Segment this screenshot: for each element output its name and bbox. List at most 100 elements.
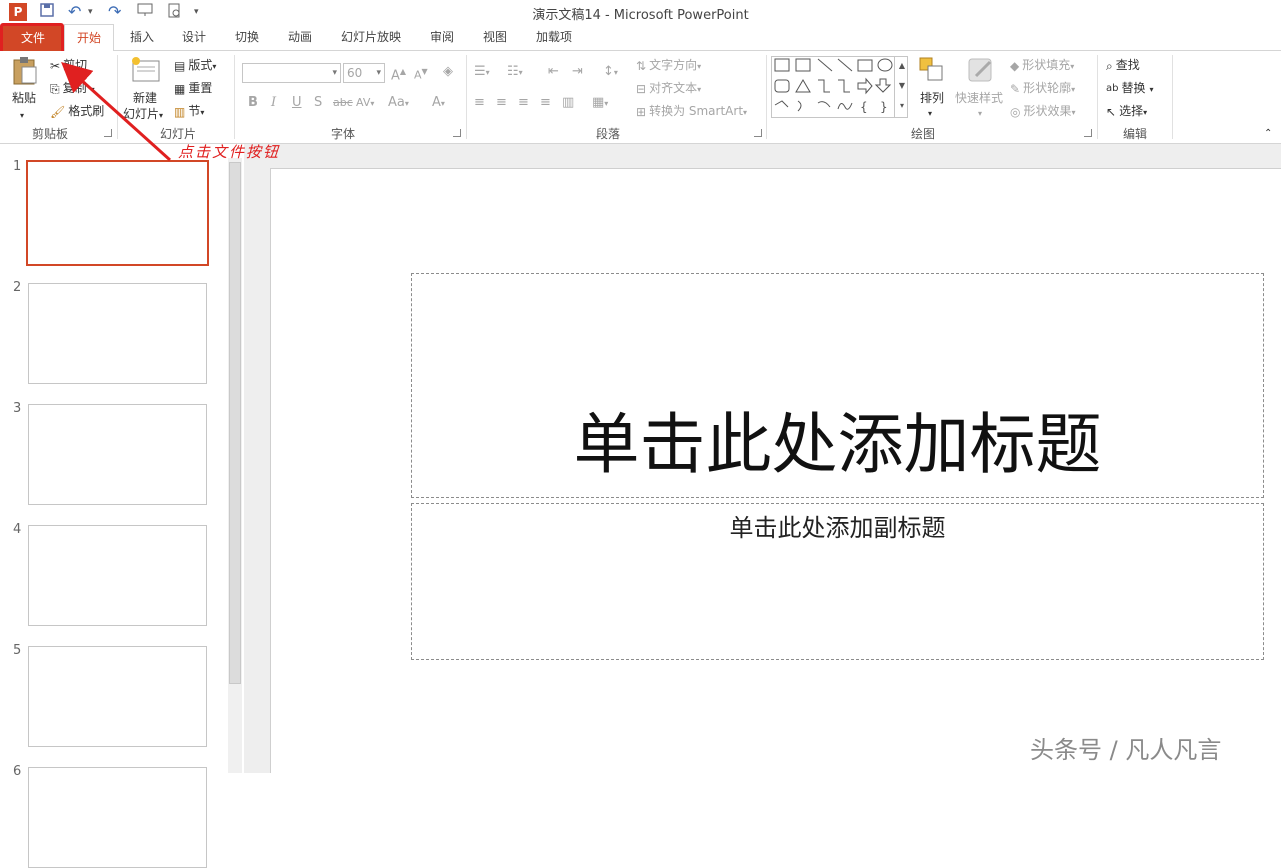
group-label-paragraph: 段落 [595,127,620,141]
cursor-icon: ↖ [1106,104,1117,119]
find-button[interactable]: ⌕ 查找 [1106,56,1140,74]
thumbnail-number: 3 [13,401,22,416]
tab-addins[interactable]: 加载项 [527,24,581,50]
change-case-button[interactable]: Aa▾ [388,93,409,113]
columns-icon[interactable]: ▦▾ [592,93,608,113]
annotation-text: 点击文件按钮 [178,143,281,161]
watermark: 头条号 / 凡人凡言 [1030,736,1222,764]
character-spacing-glyph: AV [356,96,371,109]
shape-outline-button[interactable]: ✎ 形状轮廓▾ [1010,79,1075,97]
drawing-launcher-icon[interactable] [1084,129,1092,137]
text-direction-icon: ⇅ [636,58,647,73]
arrange-icon[interactable] [918,56,946,86]
replace-button[interactable]: ab 替换 ▾ [1106,79,1154,97]
font-name-dropdown-icon: ▾ [332,68,337,78]
collapse-ribbon-icon[interactable]: ⌃ [1264,125,1272,143]
title-placeholder-text: 单击此处添加标题 [573,406,1102,483]
grow-font-icon[interactable]: A▲ [391,62,406,84]
binoculars-icon: ⌕ [1106,58,1113,73]
quick-styles-icon[interactable] [966,56,996,86]
replace-icon: ab [1106,82,1119,94]
slide-canvas[interactable]: 单击此处添加标题 单击此处添加副标题 [270,168,1281,773]
font-color-glyph: A [432,95,441,110]
group-separator [1097,55,1098,139]
select-label: 选择 [1119,104,1144,118]
clear-format-icon[interactable]: ◈ [443,62,453,82]
text-direction-button[interactable]: ⇅ 文字方向▾ [636,56,701,74]
shadow-button[interactable]: S [314,93,322,113]
character-spacing-button[interactable]: AV▾ [356,93,374,113]
shapes-gallery-icons: { } [774,58,893,114]
shape-fill-button[interactable]: ◆ 形状填充▾ [1010,56,1074,74]
align-text-button[interactable]: ⊟ 对齐文本▾ [636,79,701,97]
shapes-gallery[interactable]: { } [771,56,908,118]
shape-outline-label: 形状轮廓 [1023,81,1072,95]
bullets-icon[interactable]: ☰▾ [474,62,490,82]
line-spacing-icon[interactable]: ↕▾ [603,62,618,82]
slide-thumbnail-2[interactable] [28,283,207,384]
slide-thumbnail-1[interactable] [26,160,209,266]
group-label-font: 字体 [330,127,355,141]
shrink-font-icon[interactable]: A▼ [414,62,428,82]
font-size-dropdown-icon: ▾ [376,68,381,78]
smartart-label: 转换为 SmartArt [649,104,744,118]
align-left-icon[interactable]: ≡ [474,93,485,113]
replace-label: 替换 [1121,81,1146,95]
group-label-editing: 编辑 [1122,127,1147,141]
shape-effects-button[interactable]: ◎ 形状效果▾ [1010,102,1076,120]
slide-thumbnail-5[interactable] [28,646,207,747]
group-separator [766,55,767,139]
shape-effects-label: 形状效果 [1023,104,1072,118]
arrange-dropdown-icon[interactable]: ▾ [928,105,932,123]
tab-slideshow[interactable]: 幻灯片放映 [333,24,409,50]
font-size-combo[interactable]: 60 ▾ [343,63,385,83]
slide-thumbnail-4[interactable] [28,525,207,626]
font-size-value: 60 [347,66,363,80]
strikethrough-button[interactable]: abc [333,93,353,113]
paragraph-launcher-icon[interactable] [754,129,762,137]
font-launcher-icon[interactable] [453,129,461,137]
thumbnail-number: 2 [13,280,22,295]
subtitle-placeholder[interactable]: 单击此处添加副标题 [411,503,1264,660]
find-label: 查找 [1115,58,1140,72]
convert-smartart-button[interactable]: ⊞ 转换为 SmartArt▾ [636,102,747,120]
slide-thumbnails-pane: 1 2 3 4 5 6 [0,144,244,868]
shapes-gallery-scroll[interactable]: ▲ ▼ ▾ [894,56,909,118]
distributed-icon[interactable]: ▥ [562,93,574,113]
align-center-icon[interactable]: ≡ [496,93,507,113]
justify-icon[interactable]: ≡ [540,93,551,113]
title-placeholder[interactable]: 单击此处添加标题 [411,273,1264,498]
subtitle-placeholder-text: 单击此处添加副标题 [729,514,946,542]
grow-font-glyph: A [391,68,400,84]
thumbnail-number: 6 [13,764,22,779]
effects-icon: ◎ [1010,104,1021,119]
numbering-icon[interactable]: ☷▾ [507,62,523,82]
align-text-icon: ⊟ [636,81,647,96]
font-color-button[interactable]: A▾ [432,93,445,113]
thumbnails-scrollbar-thumb[interactable] [229,162,241,684]
select-button[interactable]: ↖ 选择▾ [1106,102,1147,120]
decrease-indent-icon[interactable]: ⇤ [548,62,559,82]
slide-thumbnail-6[interactable] [28,767,207,868]
group-separator [466,55,467,139]
change-case-glyph: Aa [388,95,405,110]
group-separator [1172,55,1173,139]
slide-thumbnail-3[interactable] [28,404,207,505]
tab-view[interactable]: 视图 [473,24,517,50]
quick-styles-dropdown-icon[interactable]: ▾ [978,105,982,123]
shrink-font-glyph: A [414,68,422,82]
svg-text:}: } [880,100,888,114]
tab-review[interactable]: 审阅 [420,24,464,50]
smartart-icon: ⊞ [636,104,647,119]
align-text-label: 对齐文本 [649,81,698,95]
thumbnail-number: 5 [13,643,22,658]
thumbnail-number: 4 [13,522,22,537]
increase-indent-icon[interactable]: ⇥ [572,62,583,82]
svg-text:{: { [860,100,868,114]
paint-bucket-icon: ◆ [1010,58,1020,73]
text-direction-label: 文字方向 [649,58,698,72]
align-right-icon[interactable]: ≡ [518,93,529,113]
group-label-drawing: 绘图 [910,127,935,141]
pen-icon: ✎ [1010,81,1021,96]
shape-fill-label: 形状填充 [1022,58,1071,72]
